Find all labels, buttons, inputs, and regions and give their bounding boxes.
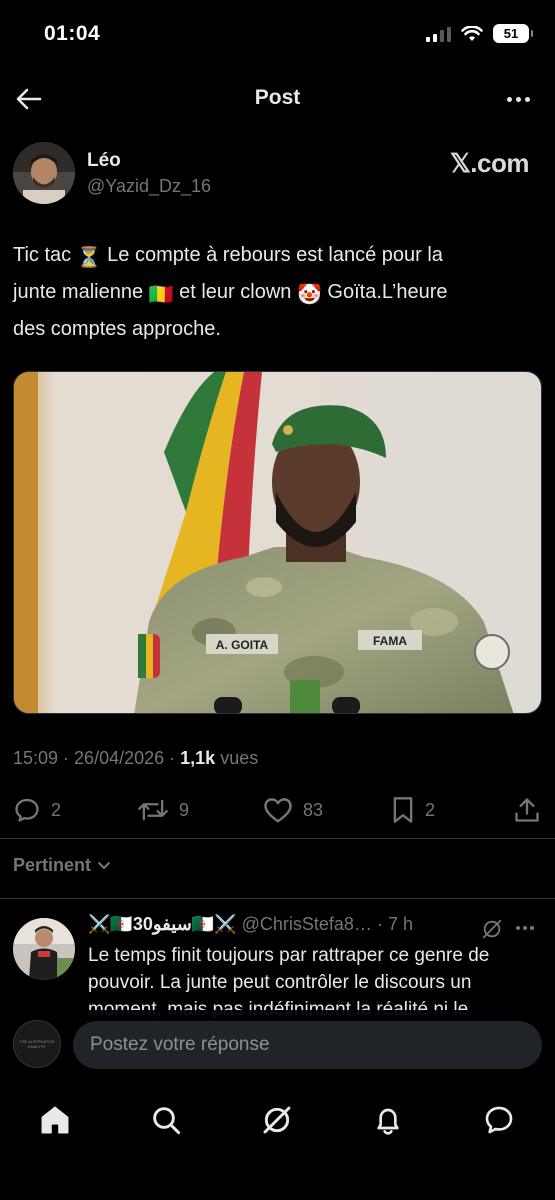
repost-button[interactable]: 9 bbox=[137, 790, 189, 830]
avatar[interactable]: THE ALTERNATIVE ANALYST bbox=[13, 1020, 61, 1068]
reply-time: · 7 h bbox=[371, 914, 413, 934]
reply-author-name[interactable]: ⚔️🇩🇿سيفو30🇩🇿⚔️ bbox=[88, 914, 237, 934]
nav-messages[interactable] bbox=[477, 1098, 521, 1142]
reply-more-button[interactable] bbox=[516, 926, 534, 930]
more-icon-dot bbox=[506, 96, 512, 102]
heart-icon bbox=[264, 798, 292, 823]
more-icon-dot bbox=[516, 926, 520, 930]
search-icon bbox=[153, 1107, 181, 1135]
bookmark-icon bbox=[393, 797, 413, 823]
like-count: 83 bbox=[303, 799, 324, 820]
post-text-segment: Tic tac bbox=[13, 244, 77, 266]
post-meta: 15:09 · 26/04/2026 · 1,1k vues bbox=[13, 748, 258, 769]
post-photo: A. GOITA FAMA bbox=[14, 372, 541, 713]
avatar-image bbox=[13, 142, 75, 204]
name-tape: A. GOITA bbox=[216, 638, 269, 652]
divider bbox=[0, 838, 555, 839]
xcom-watermark: 𝕏.com bbox=[449, 148, 530, 178]
like-button[interactable]: 83 bbox=[263, 790, 323, 830]
reply-item[interactable]: ⚔️🇩🇿سيفو30🇩🇿⚔️ @ChrisStefa8… · 7 h Le te… bbox=[0, 908, 555, 1018]
reply-header: ⚔️🇩🇿سيفو30🇩🇿⚔️ @ChrisStefa8… · 7 h bbox=[88, 914, 413, 935]
views-label: vues bbox=[215, 748, 259, 768]
reply-input[interactable] bbox=[73, 1021, 542, 1069]
mali-flag-emoji: 🇲🇱 bbox=[148, 284, 174, 306]
post-text-segment: des comptes approche. bbox=[13, 318, 221, 340]
repost-icon bbox=[138, 799, 168, 821]
chevron-down-icon bbox=[98, 861, 111, 869]
bell-icon bbox=[377, 1108, 399, 1135]
avatar[interactable] bbox=[13, 142, 75, 204]
post-author: Léo @Yazid_Dz_16 𝕏.com bbox=[13, 140, 543, 210]
status-icons: 51 bbox=[426, 24, 533, 43]
more-icon-dot bbox=[515, 96, 521, 102]
status-bar: 01:04 51 bbox=[0, 0, 555, 70]
more-icon-dot bbox=[524, 96, 530, 102]
meta-separator: · bbox=[164, 748, 181, 768]
post-text: Tic tac ⏳ Le compte à rebours est lancé … bbox=[13, 238, 541, 346]
repost-count: 9 bbox=[179, 799, 190, 820]
view-count[interactable]: 1,1k bbox=[180, 748, 215, 768]
reply-button[interactable]: 2 bbox=[13, 790, 61, 830]
battery-indicator: 51 bbox=[493, 24, 533, 43]
nav-home[interactable] bbox=[33, 1098, 77, 1142]
share-icon bbox=[515, 798, 539, 822]
wifi-icon bbox=[461, 25, 483, 41]
reply-author-handle[interactable]: @ChrisStefa8… bbox=[242, 914, 372, 934]
hourglass-emoji: ⏳ bbox=[76, 247, 102, 269]
home-icon bbox=[41, 1106, 69, 1134]
post-text-segment: Goïta.L’heure bbox=[321, 281, 448, 303]
unit-tape: FAMA bbox=[373, 634, 407, 648]
compose-bar: THE ALTERNATIVE ANALYST bbox=[0, 1010, 555, 1090]
signal-icon bbox=[426, 26, 451, 42]
avatar-image bbox=[13, 918, 75, 980]
bottom-nav bbox=[0, 1090, 555, 1200]
reply-text: Le temps finit toujours par rattraper ce… bbox=[88, 945, 490, 1018]
reply-icon bbox=[15, 798, 39, 822]
grok-icon bbox=[482, 919, 502, 939]
post-header: Post bbox=[0, 70, 555, 128]
more-icon-dot bbox=[530, 926, 534, 930]
reply-count: 2 bbox=[51, 799, 62, 820]
bookmark-count: 2 bbox=[425, 799, 436, 820]
nav-notifications[interactable] bbox=[366, 1098, 410, 1142]
clown-emoji: 🤡 bbox=[296, 284, 322, 306]
page-title: Post bbox=[254, 86, 301, 109]
grok-button[interactable] bbox=[481, 918, 503, 945]
bookmark-button[interactable]: 2 bbox=[391, 790, 435, 830]
sort-replies-dropdown[interactable]: Pertinent bbox=[13, 855, 111, 876]
post-image[interactable]: A. GOITA FAMA bbox=[13, 371, 542, 714]
shoulder-flag-badge bbox=[138, 634, 160, 678]
grok-icon bbox=[263, 1106, 291, 1134]
avatar[interactable] bbox=[13, 918, 75, 980]
rank-insignia bbox=[290, 680, 320, 713]
post-actions: 2 9 83 2 bbox=[13, 790, 543, 830]
post-text-segment: Le compte à rebours est lancé pour la bbox=[101, 244, 443, 266]
shoulder-patch bbox=[474, 634, 510, 670]
nav-grok[interactable] bbox=[255, 1098, 299, 1142]
share-button[interactable] bbox=[513, 790, 541, 830]
sort-label: Pertinent bbox=[13, 855, 92, 875]
meta-separator: · bbox=[58, 748, 75, 768]
message-icon bbox=[485, 1106, 513, 1134]
post-text-segment: et leur clown bbox=[173, 281, 297, 303]
more-icon-dot bbox=[523, 926, 527, 930]
post-date: 26/04/2026 bbox=[74, 748, 165, 768]
post-time: 15:09 bbox=[13, 748, 59, 768]
nav-search[interactable] bbox=[144, 1098, 188, 1142]
author-name[interactable]: Léo bbox=[87, 150, 121, 172]
divider bbox=[0, 898, 555, 899]
author-handle[interactable]: @Yazid_Dz_16 bbox=[87, 176, 211, 197]
post-text-segment: junte malienne bbox=[13, 281, 149, 303]
more-button[interactable] bbox=[503, 84, 533, 114]
status-time: 01:04 bbox=[44, 22, 101, 45]
